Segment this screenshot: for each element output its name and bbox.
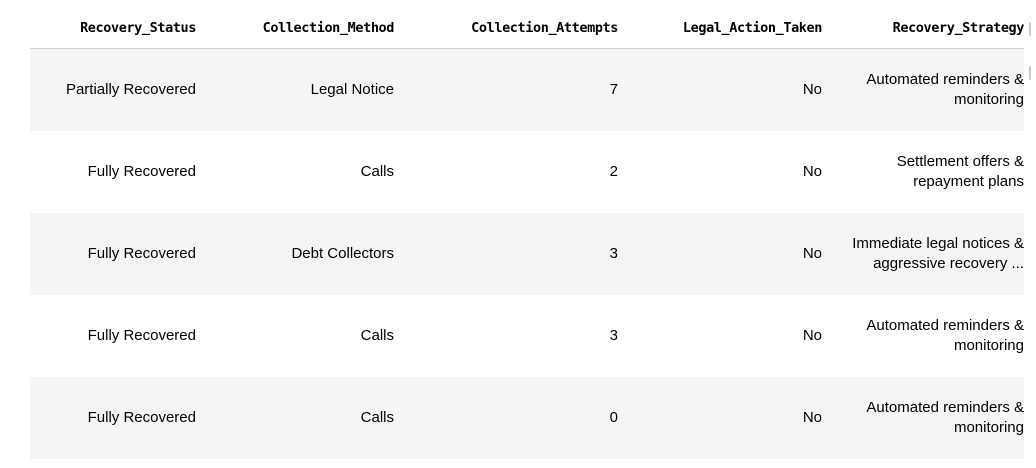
column-header-recovery-status: Recovery_Status [30, 8, 202, 49]
cell-legal-action-taken: No [624, 48, 828, 131]
clipped-column-edge [1029, 22, 1036, 36]
cell-recovery-status: Fully Recovered [30, 212, 202, 295]
cell-legal-action-taken: No [624, 376, 828, 459]
cell-recovery-status: Fully Recovered [30, 294, 202, 377]
cell-collection-method: Calls [202, 130, 400, 213]
recovery-strategy-text: Automated reminders & monitoring [866, 316, 1024, 354]
cell-recovery-strategy: Automated reminders & monitoring [828, 294, 1024, 377]
cell-collection-attempts: 3 [400, 212, 624, 295]
table-row: Fully Recovered Calls 0 No Automated rem… [30, 376, 1024, 459]
recovery-strategy-text: Automated reminders & monitoring [866, 398, 1024, 436]
table-row: Fully Recovered Debt Collectors 3 No Imm… [30, 212, 1024, 295]
column-header-recovery-strategy: Recovery_Strategy [828, 8, 1024, 49]
cell-legal-action-taken: No [624, 130, 828, 213]
table-header: Recovery_Status Collection_Method Collec… [30, 8, 1024, 49]
cell-collection-method: Calls [202, 376, 400, 459]
cell-recovery-status: Partially Recovered [30, 48, 202, 131]
cell-collection-attempts: 3 [400, 294, 624, 377]
cell-collection-attempts: 0 [400, 376, 624, 459]
column-header-collection-attempts: Collection_Attempts [400, 8, 624, 49]
cell-recovery-status: Fully Recovered [30, 376, 202, 459]
cell-collection-method: Debt Collectors [202, 212, 400, 295]
cell-collection-attempts: 2 [400, 130, 624, 213]
cell-recovery-strategy: Immediate legal notices & aggressive rec… [828, 212, 1024, 295]
dataframe-table-container: Recovery_Status Collection_Method Collec… [30, 8, 1024, 459]
cell-collection-method: Calls [202, 294, 400, 377]
cell-recovery-status: Fully Recovered [30, 130, 202, 213]
header-row: Recovery_Status Collection_Method Collec… [30, 8, 1024, 49]
cell-legal-action-taken: No [624, 212, 828, 295]
cell-collection-attempts: 7 [400, 48, 624, 131]
dataframe-table: Recovery_Status Collection_Method Collec… [30, 8, 1024, 459]
table-row: Partially Recovered Legal Notice 7 No Au… [30, 48, 1024, 131]
cell-collection-method: Legal Notice [202, 48, 400, 131]
table-row: Fully Recovered Calls 2 No Settlement of… [30, 130, 1024, 213]
clipped-column-edge [1029, 66, 1036, 80]
recovery-strategy-text: Immediate legal notices & aggressive rec… [852, 234, 1024, 272]
recovery-strategy-text: Automated reminders & monitoring [866, 70, 1024, 108]
table-row: Fully Recovered Calls 3 No Automated rem… [30, 294, 1024, 377]
cell-legal-action-taken: No [624, 294, 828, 377]
cell-recovery-strategy: Automated reminders & monitoring [828, 376, 1024, 459]
column-header-collection-method: Collection_Method [202, 8, 400, 49]
recovery-strategy-text: Settlement offers & repayment plans [896, 152, 1024, 190]
column-header-legal-action-taken: Legal_Action_Taken [624, 8, 828, 49]
table-body: Partially Recovered Legal Notice 7 No Au… [30, 48, 1024, 459]
cell-recovery-strategy: Automated reminders & monitoring [828, 48, 1024, 131]
cell-recovery-strategy: Settlement offers & repayment plans [828, 130, 1024, 213]
